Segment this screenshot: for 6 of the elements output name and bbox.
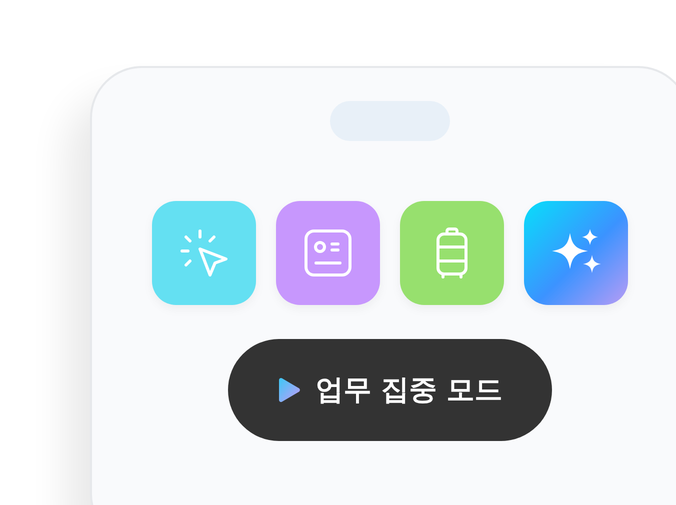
app-icon[interactable] xyxy=(152,201,256,305)
app-icon[interactable] xyxy=(276,201,380,305)
app-icon[interactable] xyxy=(400,201,504,305)
focus-mode-button[interactable]: 업무 집중 모드 xyxy=(228,339,552,441)
app-icon[interactable] xyxy=(524,201,628,305)
play-icon xyxy=(277,376,302,404)
